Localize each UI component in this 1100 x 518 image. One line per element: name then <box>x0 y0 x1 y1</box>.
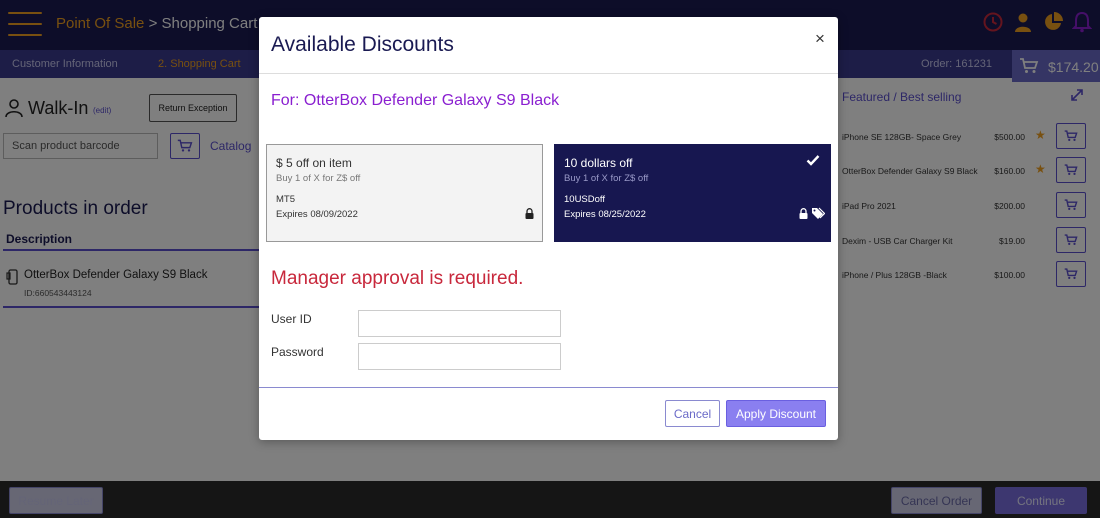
close-icon[interactable]: × <box>815 29 825 49</box>
discount-card-mt5[interactable]: $ 5 off on item Buy 1 of X for Z$ off MT… <box>266 144 543 242</box>
discount-code: 10USDoff <box>564 194 606 205</box>
lock-icon <box>799 208 808 219</box>
discount-expiry: Expires 08/25/2022 <box>564 209 646 220</box>
user-id-label: User ID <box>271 312 312 326</box>
discount-code: MT5 <box>276 194 295 205</box>
discount-target-product: For: OtterBox Defender Galaxy S9 Black <box>271 92 560 109</box>
check-icon <box>806 155 820 166</box>
apply-discount-button[interactable]: Apply Discount <box>726 400 826 427</box>
tags-icon <box>812 207 825 219</box>
modal-divider <box>259 73 838 74</box>
discount-card-10usdoff[interactable]: 10 dollars off Buy 1 of X for Z$ off 10U… <box>554 144 831 242</box>
discount-subtitle: Buy 1 of X for Z$ off <box>564 173 649 184</box>
password-label: Password <box>271 345 324 359</box>
lock-icon <box>525 208 534 219</box>
discount-expiry: Expires 08/09/2022 <box>276 209 358 220</box>
modal-footer-divider <box>259 387 838 388</box>
password-field[interactable] <box>358 343 561 370</box>
modal-title: Available Discounts <box>271 33 454 56</box>
discount-title: $ 5 off on item <box>276 156 352 170</box>
cancel-button[interactable]: Cancel <box>665 400 720 427</box>
user-id-field[interactable] <box>358 310 561 337</box>
discount-subtitle: Buy 1 of X for Z$ off <box>276 173 361 184</box>
discount-title: 10 dollars off <box>564 156 633 170</box>
manager-approval-message: Manager approval is required. <box>271 268 524 289</box>
available-discounts-dialog: Available Discounts × For: OtterBox Defe… <box>259 17 838 440</box>
